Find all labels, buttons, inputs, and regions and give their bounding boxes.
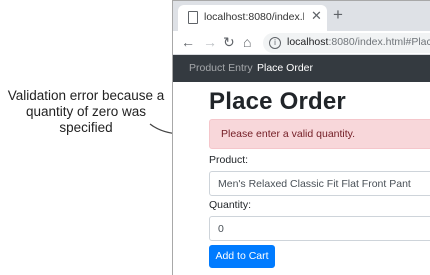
quantity-value: 0: [218, 223, 224, 235]
close-icon[interactable]: ✕: [311, 9, 322, 23]
page-icon: [188, 11, 198, 24]
browser-window: localhost:8080/index.html#PlaceOrder ✕ +…: [172, 0, 430, 275]
reload-icon[interactable]: ↻: [223, 33, 235, 51]
product-select[interactable]: Men's Relaxed Classic Fit Flat Front Pan…: [209, 171, 430, 196]
url-path: :8080/index.html#PlaceOrder: [328, 36, 430, 48]
tab-strip: localhost:8080/index.html#PlaceOrder ✕ +: [173, 1, 430, 31]
address-bar[interactable]: i localhost:8080/index.html#PlaceOrder: [263, 33, 430, 53]
back-icon[interactable]: ←: [181, 33, 195, 51]
add-to-cart-button[interactable]: Add to Cart: [209, 245, 275, 268]
annotation-callout: Validation error because a quantity of z…: [7, 88, 165, 135]
url-text: localhost:8080/index.html#PlaceOrder: [287, 36, 430, 48]
browser-tab[interactable]: localhost:8080/index.html#PlaceOrder ✕: [178, 5, 327, 31]
browser-toolbar: ← → ↻ ⌂ i localhost:8080/index.html#Plac…: [173, 31, 430, 55]
validation-alert: Please enter a valid quantity.: [209, 119, 430, 149]
alert-message: Please enter a valid quantity.: [221, 128, 356, 140]
home-icon[interactable]: ⌂: [243, 33, 251, 51]
new-tab-icon[interactable]: +: [333, 6, 343, 23]
page-title: Place Order: [209, 88, 346, 115]
url-host: localhost: [287, 36, 329, 48]
product-label: Product:: [209, 154, 249, 166]
tab-title: localhost:8080/index.html#PlaceOrder: [204, 11, 304, 23]
quantity-label: Quantity:: [209, 199, 252, 211]
nav-link-place-order[interactable]: Place Order: [257, 62, 313, 74]
forward-icon[interactable]: →: [203, 33, 217, 51]
app-navbar: Product Entry Place Order: [173, 55, 430, 82]
info-icon[interactable]: i: [269, 37, 281, 49]
nav-link-product-entry[interactable]: Product Entry: [189, 62, 253, 74]
product-value: Men's Relaxed Classic Fit Flat Front Pan…: [218, 178, 411, 190]
quantity-input[interactable]: 0: [209, 216, 430, 241]
